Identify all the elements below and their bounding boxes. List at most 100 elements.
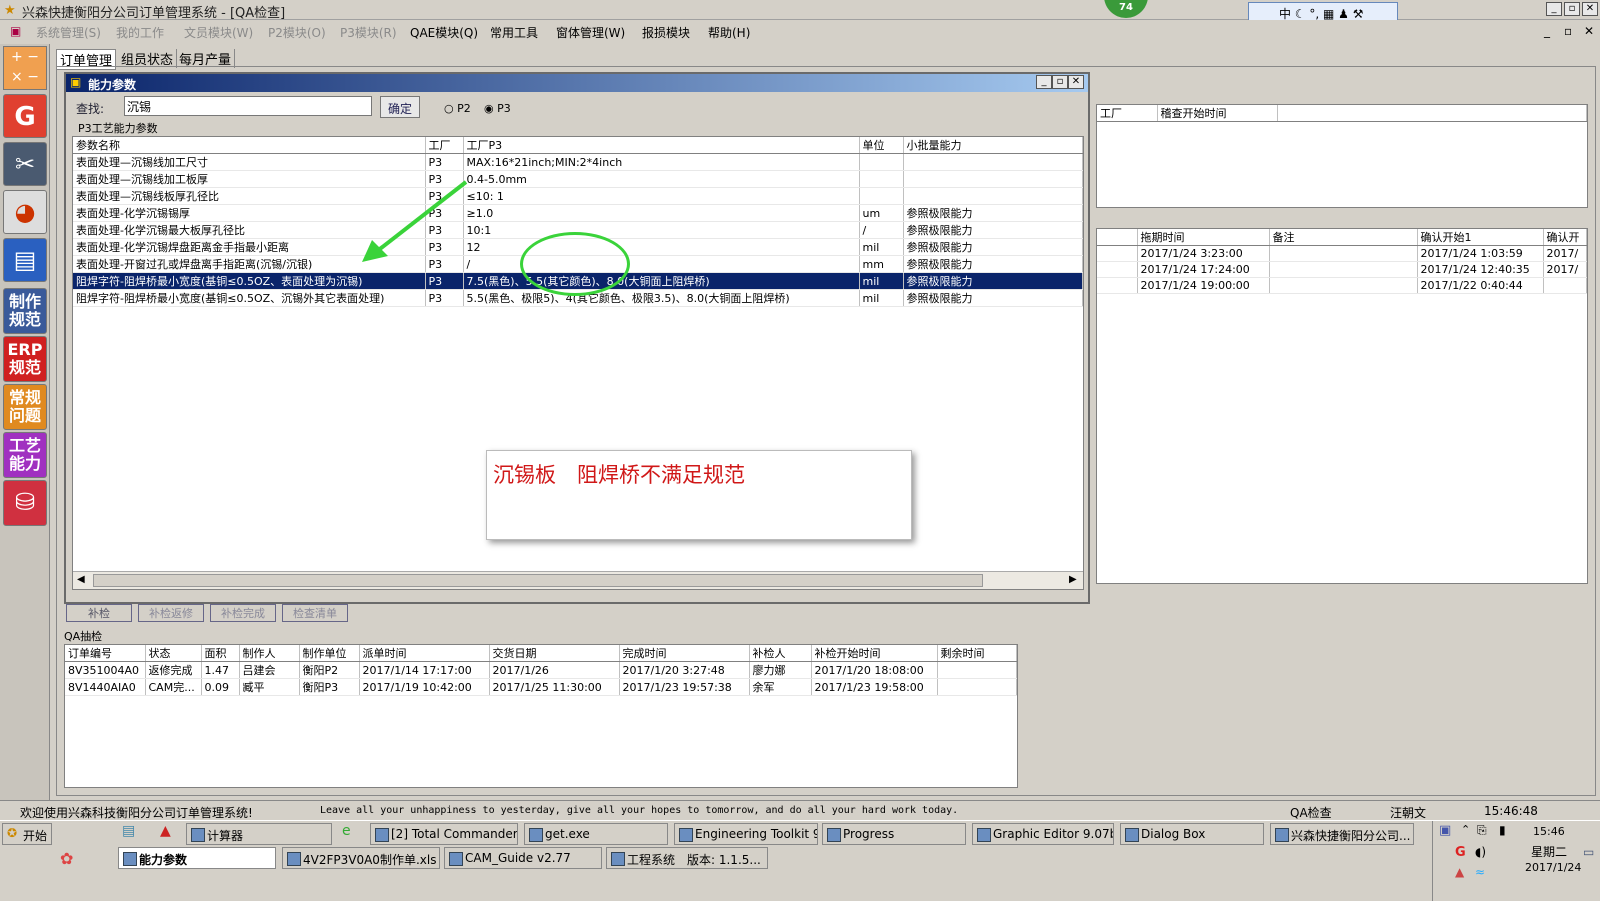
scroll-right-icon[interactable]: ▶ xyxy=(1069,574,1077,585)
quicklaunch-icon[interactable]: ✿ xyxy=(60,849,73,868)
clock-date[interactable]: 2017/1/24 xyxy=(1525,861,1581,874)
quicklaunch-ie-icon[interactable]: e xyxy=(342,823,351,839)
task-main-app[interactable]: 兴森快捷衡阳分公司... xyxy=(1270,823,1414,845)
col-factory[interactable]: 工厂 xyxy=(1097,105,1158,122)
g-app-icon[interactable]: G xyxy=(3,94,47,138)
col-order-no[interactable]: 订单编号 xyxy=(65,645,146,662)
table-row[interactable]: 表面处理—沉锡线板厚孔径比 P3 ≤10: 1 xyxy=(73,187,1083,205)
col-status[interactable]: 状态 xyxy=(145,645,202,662)
recheck-repair-button[interactable]: 补检返修 xyxy=(138,604,204,622)
col-audit-start[interactable]: 稽查开始时间 xyxy=(1157,105,1278,122)
task-engineering-system[interactable]: 工程系统 版本: 1.1.5... xyxy=(606,847,768,869)
recheck-button[interactable]: 补检 xyxy=(66,604,132,622)
radio-p2[interactable]: ○ P2 xyxy=(444,102,471,115)
table-row[interactable]: 2017/1/24 3:23:00 2017/1/24 1:03:59 2017/ xyxy=(1097,245,1587,262)
recheck-complete-button[interactable]: 补检完成 xyxy=(210,604,276,622)
horizontal-scrollbar[interactable]: ◀ ▶ xyxy=(73,571,1083,589)
table-row[interactable]: 表面处理-化学沉锡锡厚 P3 ≥1.0 um 参照极限能力 xyxy=(73,204,1083,222)
show-desktop-icon[interactable]: ▭ xyxy=(1583,845,1594,859)
scroll-left-icon[interactable]: ◀ xyxy=(77,574,85,585)
col-factory-p3[interactable]: 工厂P3 xyxy=(463,137,860,154)
tools-icon[interactable]: ✂ xyxy=(3,142,47,186)
col-dispatch-time[interactable]: 派单时间 xyxy=(359,645,490,662)
quicklaunch-pdf-icon[interactable]: ▲ xyxy=(160,823,171,839)
task-engineering-toolkit[interactable]: Engineering Toolkit 9.... xyxy=(674,823,818,845)
minimize-button[interactable]: _ xyxy=(1546,2,1562,16)
menu-loss[interactable]: 报损模块 xyxy=(642,24,690,41)
task-get-exe[interactable]: get.exe xyxy=(524,823,668,845)
start-button[interactable]: ✪ 开始 xyxy=(2,823,52,845)
maximize-button[interactable]: ▫ xyxy=(1564,2,1580,16)
task-calculator[interactable]: 计算器 xyxy=(186,823,332,845)
sidebar-item-erp[interactable]: ERP 规范 xyxy=(3,336,47,382)
mdi-minimize-icon[interactable]: _ xyxy=(1544,24,1550,38)
menu-window[interactable]: 窗体管理(W) xyxy=(556,24,625,41)
task-graphic-editor[interactable]: Graphic Editor 9.07b2 ... xyxy=(972,823,1114,845)
col-complete-time[interactable]: 完成时间 xyxy=(619,645,750,662)
col-factory[interactable]: 工厂 xyxy=(425,137,464,154)
menu-tools[interactable]: 常用工具 xyxy=(490,24,538,41)
confirm-button[interactable]: 确定 xyxy=(380,96,420,118)
mdi-close-icon[interactable]: ✕ xyxy=(1584,24,1594,38)
search-input[interactable] xyxy=(124,96,372,116)
sidebar-item-capability[interactable]: 工艺 能力 xyxy=(3,432,47,478)
layout-grid-icon[interactable]: + − × − xyxy=(3,46,47,90)
menu-my-work[interactable]: 我的工作 xyxy=(116,24,164,41)
tray-usb-icon[interactable]: ⎘ xyxy=(1477,823,1487,838)
notification-badge[interactable]: 74 xyxy=(1104,0,1148,18)
chart-pie-icon[interactable]: ◕ xyxy=(3,190,47,234)
tray-ime-icon[interactable]: ▣ xyxy=(1439,823,1451,838)
menu-p3[interactable]: P3模块(R) xyxy=(340,24,397,41)
col-small-batch[interactable]: 小批量能力 xyxy=(903,137,1083,154)
task-capability-dialog[interactable]: 能力参数 xyxy=(118,847,276,869)
scrollbar-thumb[interactable] xyxy=(93,574,983,587)
table-row[interactable]: 表面处理—沉锡线加工尺寸 P3 MAX:16*21inch;MIN:2*4inch xyxy=(73,153,1083,171)
col-unit[interactable]: 单位 xyxy=(859,137,904,154)
col-recheck-start[interactable]: 补检开始时间 xyxy=(811,645,938,662)
checklist-button[interactable]: 检查清单 xyxy=(282,604,348,622)
sidebar-item-issues[interactable]: 常规 问题 xyxy=(3,384,47,430)
task-cam-guide[interactable]: CAM_Guide v2.77 xyxy=(444,847,602,869)
menu-help[interactable]: 帮助(H) xyxy=(708,24,750,41)
col-maker-unit[interactable]: 制作单位 xyxy=(299,645,360,662)
col-confirm-start[interactable]: 确认开始1 xyxy=(1417,229,1544,246)
task-excel-file[interactable]: 4V2FP3V0A0制作单.xls ... xyxy=(282,847,440,869)
table-row[interactable]: 2017/1/24 19:00:00 2017/1/22 0:40:44 xyxy=(1097,277,1587,294)
dialog-maximize-button[interactable]: ▫ xyxy=(1052,75,1068,89)
col-delay-time[interactable]: 拖期时间 xyxy=(1137,229,1270,246)
tray-network-icon[interactable]: ▮ xyxy=(1499,823,1506,837)
table-row[interactable]: 8V1440AIA0 CAM完... 0.09 臧平 衡阳P3 2017/1/19 10:… xyxy=(65,678,1017,696)
menu-p2[interactable]: P2模块(O) xyxy=(268,24,326,41)
tray-g-icon[interactable]: G xyxy=(1455,845,1466,860)
dialog-close-button[interactable]: ✕ xyxy=(1068,75,1084,89)
tray-red-icon[interactable]: ▲ xyxy=(1455,865,1464,879)
clock-day[interactable]: 星期二 xyxy=(1531,843,1567,860)
table-row[interactable]: 8V351004A0 返修完成 1.47 吕建会 衡阳P2 2017/1/14 17:17… xyxy=(65,661,1017,679)
mdi-restore-icon[interactable]: ▫ xyxy=(1564,24,1572,38)
database-icon[interactable]: ⛁ xyxy=(3,480,47,526)
quicklaunch-folder-icon[interactable]: ▤ xyxy=(122,823,135,839)
col-area[interactable]: 面积 xyxy=(201,645,240,662)
tray-volume-icon[interactable]: ◖) xyxy=(1475,845,1486,859)
col-maker[interactable]: 制作人 xyxy=(239,645,300,662)
menu-system[interactable]: 系统管理(S) xyxy=(36,24,101,41)
col-remaining[interactable]: 剩余时间 xyxy=(937,645,1017,662)
menu-qae[interactable]: QAE模块(Q) xyxy=(410,24,478,41)
close-button[interactable]: ✕ xyxy=(1582,2,1598,16)
col-rechecker[interactable]: 补检人 xyxy=(749,645,812,662)
col-param-name[interactable]: 参数名称 xyxy=(73,137,426,154)
ime-toolbar[interactable]: 中 ☾ °, ▦ ♟ ⚒ xyxy=(1248,2,1398,22)
radio-p3[interactable]: ◉ P3 xyxy=(484,102,511,115)
tray-expand-icon[interactable]: ⌃ xyxy=(1461,823,1470,836)
menu-clerk[interactable]: 文员模块(W) xyxy=(184,24,253,41)
task-progress[interactable]: Progress xyxy=(822,823,966,845)
save-disk-icon[interactable]: ▤ xyxy=(3,238,47,282)
clock-time[interactable]: 15:46 xyxy=(1533,825,1565,838)
task-dialog-box[interactable]: Dialog Box xyxy=(1120,823,1264,845)
table-row[interactable]: 2017/1/24 17:24:00 2017/1/24 12:40:35 2017… xyxy=(1097,261,1587,278)
col-confirm[interactable]: 确认开 xyxy=(1543,229,1587,246)
task-total-commander[interactable]: [2] Total Commander ... xyxy=(370,823,518,845)
col-delivery-date[interactable]: 交货日期 xyxy=(489,645,620,662)
sidebar-item-spec[interactable]: 制作 规范 xyxy=(3,288,47,334)
tray-blue-icon[interactable]: ≈ xyxy=(1475,865,1485,879)
